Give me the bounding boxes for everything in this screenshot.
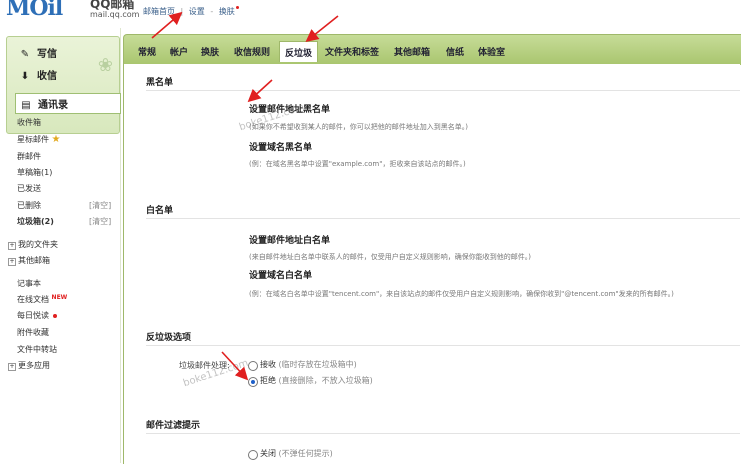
new-dot-icon [235,6,239,9]
expand-icon: + [8,258,16,266]
spam-options-heading: 反垃圾选项 [146,333,192,343]
divider [146,345,740,346]
nav-skin-link[interactable]: 换肤 [219,7,235,16]
whitelist-heading: 白名单 [146,206,174,216]
expand-icon: + [8,242,16,250]
contacts-label: 通讯录 [38,100,68,111]
logo-domain: mail.qq.com [90,10,140,19]
address-book-icon: ▤ [21,100,31,111]
app-label: 附件收藏 [17,328,49,337]
app-daily-reading[interactable]: 每日悦读 [17,310,57,321]
tab-lab[interactable]: 体验室 [478,45,505,58]
other-mailboxes-group[interactable]: + 其他邮箱 [8,255,50,266]
group-label: 更多应用 [18,361,50,370]
reject-spam-radio[interactable] [248,377,258,387]
flower-decoration-icon: ❀ [97,55,113,76]
address-blacklist-desc: (如果你不希望收到某人的邮件，你可以把他的邮件地址加入到黑名单。) [249,123,468,131]
folder-spam[interactable]: 垃圾箱(2) [清空] [17,216,111,227]
app-online-docs[interactable]: 在线文档 NEW [17,294,67,305]
tab-other-mailboxes[interactable]: 其他邮箱 [394,45,430,58]
nav-mail-home-link[interactable]: 邮箱首页 [143,7,175,16]
tab-stationery[interactable]: 信纸 [446,45,464,58]
clear-spam-link[interactable]: [清空] [89,216,111,227]
folder-label: 垃圾箱(2) [17,217,54,226]
app-label: 每日悦读 [17,311,49,320]
accept-spam-radio[interactable] [248,361,258,371]
folder-inbox[interactable]: 收件箱 [17,117,41,128]
logo-mark: MOil [6,0,63,21]
divider [146,433,740,434]
reject-spam-option[interactable]: 拒绝 (直接删除，不放入垃圾箱) [260,375,373,386]
option-note: (不弹任何提示) [278,449,333,458]
folder-label: 已删除 [17,201,41,210]
filter-hint-heading: 邮件过滤提示 [146,421,201,431]
folder-starred[interactable]: 星标邮件 ★ [17,134,61,145]
option-label: 接收 [260,360,276,369]
tab-anti-spam[interactable]: 反垃圾 [279,41,319,62]
my-folders-group[interactable]: + 我的文件夹 [8,239,58,250]
star-icon: ★ [51,134,61,145]
tab-receive-rules[interactable]: 收信规则 [234,45,270,58]
divider [146,90,740,91]
left-sidebar: ✎ 写信 ⬇ 收信 ▤ 通讯录 ❀ 收件箱 星标邮件 ★ 群邮件 草稿箱(1) 已发送… [0,28,121,463]
divider [146,218,740,219]
write-mail-button[interactable]: ✎ 写信 [19,45,57,60]
folder-drafts[interactable]: 草稿箱(1) [17,167,52,178]
tab-folders-and-tags[interactable]: 文件夹和标签 [325,45,379,58]
top-nav: 邮箱首页 | 设置 - 换肤 [143,6,239,17]
new-badge: NEW [51,294,68,301]
app-file-transfer[interactable]: 文件中转站 [17,344,57,355]
app-label: 在线文档 [17,295,49,304]
anti-spam-settings: 黑名单 设置邮件地址黑名单 (如果你不希望收到某人的邮件，你可以把他的邮件地址加… [123,64,740,464]
domain-whitelist-desc: (例：在域名白名单中设置"tencent.com"，来自该站点的邮件仅受用户自定… [249,290,674,298]
blacklist-heading: 黑名单 [146,78,174,88]
address-whitelist-link[interactable]: 设置邮件地址白名单 [249,233,330,246]
settings-tab-bar: 常规 帐户 换肤 收信规则 反垃圾 文件夹和标签 其他邮箱 信纸 体验室 [123,34,741,65]
settings-main: 常规 帐户 换肤 收信规则 反垃圾 文件夹和标签 其他邮箱 信纸 体验室 黑名单… [123,28,741,464]
tab-account[interactable]: 帐户 [170,45,188,58]
folder-sent[interactable]: 已发送 [17,183,41,194]
tab-skin[interactable]: 换肤 [201,45,219,58]
app-notepad[interactable]: 记事本 [17,278,41,289]
receive-label: 收信 [37,71,57,82]
app-label: 记事本 [17,279,41,288]
folder-label: 已发送 [17,184,41,193]
top-header: MOil QQ邮箱 mail.qq.com 邮箱首页 | 设置 - 换肤 [0,0,741,28]
nav-settings-link[interactable]: 设置 [189,7,205,16]
more-apps-group[interactable]: + 更多应用 [8,360,50,371]
folder-label: 群邮件 [17,152,41,161]
folder-group-mail[interactable]: 群邮件 [17,151,41,162]
group-label: 我的文件夹 [18,240,58,249]
filter-hint-off-radio[interactable] [248,450,258,460]
download-icon: ⬇ [20,71,30,82]
clear-deleted-link[interactable]: [清空] [89,200,111,211]
option-label: 拒绝 [260,376,276,385]
option-note: (直接删除，不放入垃圾箱) [278,376,373,385]
filter-hint-off-option[interactable]: 关闭 (不弹任何提示) [260,448,333,459]
group-label: 其他邮箱 [18,256,50,265]
domain-blacklist-desc: (例：在域名黑名单中设置"example.com"，拒收来自该站点的邮件。) [249,160,466,168]
nav-separator: | [180,7,184,16]
folder-deleted[interactable]: 已删除 [清空] [17,200,111,211]
app-label: 文件中转站 [17,345,57,354]
expand-icon: + [8,363,16,371]
folder-label: 收件箱 [17,118,41,127]
receive-mail-button[interactable]: ⬇ 收信 [19,67,57,82]
app-attachment-collection[interactable]: 附件收藏 [17,327,49,338]
address-whitelist-desc: (来自邮件地址白名单中联系人的邮件，仅受用户自定义规则影响，确保你能收到他的邮件… [249,253,531,261]
option-note: (临时存放在垃圾箱中) [278,360,357,369]
option-label: 关闭 [260,449,276,458]
domain-whitelist-link[interactable]: 设置域名白名单 [249,268,312,281]
pencil-icon: ✎ [20,49,30,60]
folder-label: 星标邮件 [17,135,49,144]
tab-general[interactable]: 常规 [138,45,156,58]
accept-spam-option[interactable]: 接收 (临时存放在垃圾箱中) [260,359,357,370]
nav-separator: - [210,7,214,16]
contacts-button[interactable]: ▤ 通讯录 [15,93,121,114]
write-label: 写信 [37,49,57,60]
domain-blacklist-link[interactable]: 设置域名黑名单 [249,140,312,153]
folder-label: 草稿箱(1) [17,168,53,177]
unread-dot-icon [53,313,57,318]
